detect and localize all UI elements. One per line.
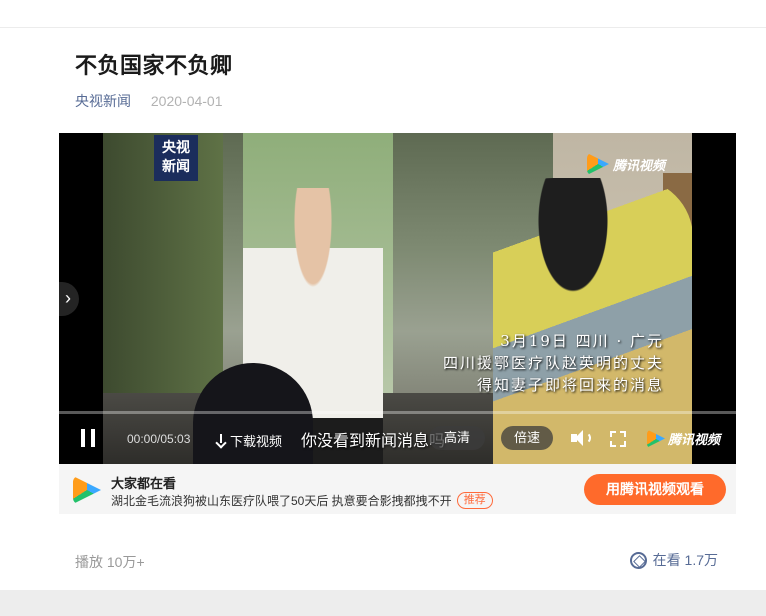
speed-button[interactable]: 倍速 <box>501 426 553 450</box>
progress-bar[interactable] <box>59 411 736 414</box>
tencent-video-brand[interactable]: 腾讯视频 <box>647 429 720 448</box>
open-in-tencent-video-button[interactable]: 用腾讯视频观看 <box>584 474 726 505</box>
time-display: 00:00/05:03 <box>127 432 191 446</box>
article-date: 2020-04-01 <box>150 93 223 109</box>
tencent-video-icon <box>587 153 609 175</box>
recommend-tag: 推荐 <box>456 492 493 509</box>
caption-line: 3月19日 四川 · 广元 <box>500 332 664 350</box>
brand-text: 腾讯视频 <box>668 432 721 447</box>
download-icon <box>216 434 227 447</box>
recommended-title: 湖北金毛流浪狗被山东医疗队喂了50天后 执意要合影拽都拽不开 <box>111 494 452 508</box>
article-title: 不负国家不负卿 <box>75 53 233 78</box>
caption-line: 四川援鄂医疗队赵英明的丈夫 <box>442 354 664 372</box>
promo-heading: 大家都在看 <box>111 476 177 491</box>
tencent-video-icon <box>647 429 665 448</box>
video-subtitle: 你没看到新闻消息吗 <box>301 433 446 450</box>
video-player[interactable]: 央视 新闻 腾讯视频 3月19日 四川 · 广元 四川援鄂医疗队赵英明的丈夫 得… <box>59 133 736 464</box>
chevron-right-icon[interactable]: › <box>59 282 79 316</box>
watching-count: 在看 1.7万 <box>652 552 718 568</box>
cctv-news-logo: 央视 新闻 <box>154 135 198 181</box>
download-label: 下载视频 <box>230 434 283 449</box>
tencent-video-watermark: 腾讯视频 <box>587 153 665 175</box>
article-meta: 央视新闻 2020-04-01 <box>75 91 223 111</box>
download-video-button[interactable]: 下载视频 <box>216 431 282 450</box>
article-source[interactable]: 央视新闻 <box>75 93 131 109</box>
quality-button[interactable]: 高清 <box>429 426 485 450</box>
watermark-text: 腾讯视频 <box>613 157 666 173</box>
watching-icon <box>629 551 647 569</box>
play-count: 播放 10万+ <box>75 554 145 570</box>
bottom-band <box>0 590 766 616</box>
recommended-video-link[interactable]: 湖北金毛流浪狗被山东医疗队喂了50天后 执意要合影拽都拽不开 推荐 <box>111 492 493 509</box>
promo-bar: 大家都在看 湖北金毛流浪狗被山东医疗队喂了50天后 执意要合影拽都拽不开 推荐 … <box>59 464 736 514</box>
volume-icon[interactable] <box>571 430 591 448</box>
cctv-logo-line1: 央视 <box>162 139 190 155</box>
player-controls: 00:00/05:03 下载视频 你没看到新闻消息吗 高清 倍速 腾讯视频 <box>59 423 736 455</box>
cctv-logo-line2: 新闻 <box>162 158 190 174</box>
watching-button[interactable]: 在看 1.7万 <box>629 550 718 570</box>
video-frame[interactable] <box>103 133 692 464</box>
tencent-video-app-icon <box>73 476 101 504</box>
top-divider <box>0 27 766 28</box>
pause-icon[interactable] <box>81 429 95 447</box>
fullscreen-icon[interactable] <box>610 431 626 447</box>
video-caption: 3月19日 四川 · 广元 四川援鄂医疗队赵英明的丈夫 得知妻子即将回来的消息 <box>443 330 664 396</box>
caption-line: 得知妻子即将回来的消息 <box>476 376 664 394</box>
